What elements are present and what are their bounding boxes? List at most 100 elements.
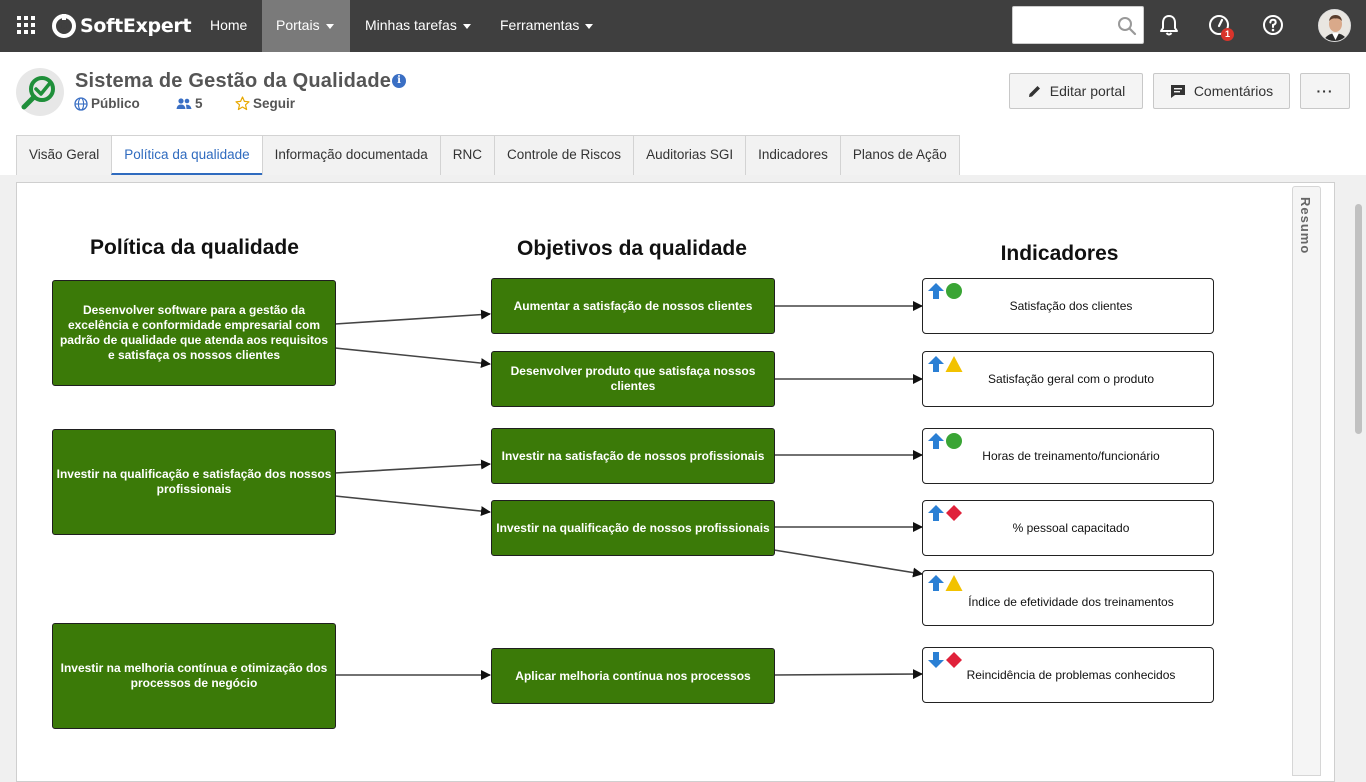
portal-logo xyxy=(16,68,64,116)
indicator-label: Reincidência de problemas conhecidos xyxy=(966,668,1176,682)
visibility-label: Público xyxy=(91,96,140,111)
nav-ferramentas-label: Ferramentas xyxy=(500,17,580,33)
user-avatar-image xyxy=(1319,10,1350,41)
softexpert-logo-icon xyxy=(52,14,76,38)
arrow-policy1-objective1 xyxy=(334,309,491,325)
indicator-box[interactable]: Horas de treinamento/funcionário xyxy=(922,428,1214,484)
arrow-policy2-objective4 xyxy=(334,495,491,517)
indicator-status-icons xyxy=(927,504,963,522)
arrow-policy1-objective2 xyxy=(334,347,491,369)
search-field xyxy=(1012,6,1144,44)
portal-tabs: Visão Geral Política da qualidade Inform… xyxy=(16,135,960,175)
top-navigation-bar: SoftExpert Home Portais Minhas tarefas F… xyxy=(0,0,1366,52)
indicator-label: Satisfação geral com o produto xyxy=(987,372,1155,386)
members-label: 5 xyxy=(195,96,203,111)
status-yellow-triangle-icon xyxy=(945,575,963,591)
visibility-indicator: Público xyxy=(74,96,140,111)
indicator-status-icons xyxy=(927,432,963,450)
nav-portais[interactable]: Portais xyxy=(262,0,350,52)
follow-label: Seguir xyxy=(253,96,296,111)
heading-indicators: Indicadores xyxy=(1000,242,1119,265)
nav-minhas-tarefas[interactable]: Minhas tarefas xyxy=(351,0,485,52)
info-icon[interactable]: i xyxy=(392,74,406,88)
status-red-diamond-icon xyxy=(946,652,962,668)
nav-portais-label: Portais xyxy=(276,17,320,33)
policy-box[interactable]: Desenvolver software para a gestão da ex… xyxy=(52,280,336,386)
follow-link[interactable]: Seguir xyxy=(235,96,295,111)
tab-rnc[interactable]: RNC xyxy=(439,135,495,175)
nav-home[interactable]: Home xyxy=(196,0,261,52)
user-avatar[interactable] xyxy=(1318,9,1351,42)
apps-grid-icon[interactable] xyxy=(17,16,35,34)
heading-policy: Política da qualidade xyxy=(90,236,299,259)
indicator-box[interactable]: Satisfação geral com o produto xyxy=(922,351,1214,407)
objective-box[interactable]: Investir na satisfação de nossos profiss… xyxy=(491,428,775,484)
indicator-label: Índice de efetividade dos treinamentos xyxy=(968,595,1174,609)
edit-portal-button[interactable]: Editar portal xyxy=(1009,73,1143,109)
chevron-down-icon xyxy=(585,23,594,29)
indicator-status-icons xyxy=(927,574,963,592)
tab-politica-da-qualidade[interactable]: Política da qualidade xyxy=(111,135,263,175)
diagram-panel: Política da qualidade Objetivos da quali… xyxy=(16,182,1335,782)
arrow-objective5-indicator6 xyxy=(773,669,923,680)
chevron-down-icon xyxy=(325,23,334,29)
tab-controle-de-riscos[interactable]: Controle de Riscos xyxy=(494,135,635,175)
page-title: Sistema de Gestão da Qualidade xyxy=(75,70,392,92)
indicator-box[interactable]: % pessoal capacitado xyxy=(922,500,1214,556)
indicator-box[interactable]: Satisfação dos clientes xyxy=(922,278,1214,334)
tab-informacao-documentada[interactable]: Informação documentada xyxy=(261,135,441,175)
quality-check-icon xyxy=(21,76,55,110)
trend-up-arrow-icon xyxy=(928,505,944,521)
notification-badge: 1 xyxy=(1221,28,1234,41)
comments-button[interactable]: Comentários xyxy=(1153,73,1290,109)
trend-up-arrow-icon xyxy=(928,575,944,591)
help-icon[interactable] xyxy=(1261,13,1285,37)
star-icon xyxy=(235,96,250,111)
pencil-icon xyxy=(1028,85,1040,97)
tab-planos-de-acao[interactable]: Planos de Ação xyxy=(839,135,960,175)
trend-up-arrow-icon xyxy=(928,356,944,372)
softexpert-logo[interactable]: SoftExpert xyxy=(52,12,192,40)
chevron-down-icon xyxy=(462,23,471,29)
comments-label: Comentários xyxy=(1193,83,1274,99)
status-yellow-triangle-icon xyxy=(945,356,963,372)
indicator-label: Horas de treinamento/funcionário xyxy=(982,449,1160,463)
arrow-policy2-objective3 xyxy=(334,459,491,474)
nav-minhas-tarefas-label: Minhas tarefas xyxy=(365,17,457,33)
brand-name: SoftExpert xyxy=(80,15,192,37)
nav-ferramentas[interactable]: Ferramentas xyxy=(486,0,607,52)
status-green-circle-icon xyxy=(946,283,962,299)
tab-indicadores[interactable]: Indicadores xyxy=(745,135,841,175)
trend-up-arrow-icon xyxy=(928,433,944,449)
indicator-label: % pessoal capacitado xyxy=(1012,521,1130,535)
heading-objectives: Objetivos da qualidade xyxy=(517,237,747,260)
indicator-status-icons xyxy=(927,651,963,669)
nav-home-label: Home xyxy=(210,17,248,33)
trend-down-arrow-icon xyxy=(928,652,944,668)
indicator-box[interactable]: Reincidência de problemas conhecidos xyxy=(922,647,1214,703)
globe-icon xyxy=(74,96,88,111)
indicator-status-icons xyxy=(927,355,963,373)
summary-side-tab-label: Resumo xyxy=(1298,197,1313,255)
more-options-label: ··· xyxy=(1316,83,1334,99)
summary-side-tab[interactable]: Resumo xyxy=(1292,186,1321,776)
page-scrollbar[interactable] xyxy=(1352,182,1366,768)
status-green-circle-icon xyxy=(946,433,962,449)
objective-box[interactable]: Investir na qualificação de nossos profi… xyxy=(491,500,775,556)
objective-box[interactable]: Aplicar melhoria contínua nos processos xyxy=(491,648,775,704)
arrow-objective4-indicator5 xyxy=(773,549,923,578)
objective-box[interactable]: Aumentar a satisfação de nossos clientes xyxy=(491,278,775,334)
indicator-box[interactable]: Índice de efetividade dos treinamentos xyxy=(922,570,1214,626)
bell-icon[interactable] xyxy=(1157,13,1181,37)
search-icon[interactable] xyxy=(1117,16,1137,36)
tab-visao-geral[interactable]: Visão Geral xyxy=(16,135,113,175)
more-options-button[interactable]: ··· xyxy=(1300,73,1350,109)
policy-box[interactable]: Investir na melhoria contínua e otimizaç… xyxy=(52,623,336,729)
policy-box[interactable]: Investir na qualificação e satisfação do… xyxy=(52,429,336,535)
search-input[interactable] xyxy=(1013,7,1113,43)
portal-header: Sistema de Gestão da Qualidade i Público… xyxy=(0,52,1366,175)
tab-auditorias-sgi[interactable]: Auditorias SGI xyxy=(633,135,747,175)
scrollbar-thumb[interactable] xyxy=(1355,204,1362,434)
objective-box[interactable]: Desenvolver produto que satisfaça nossos… xyxy=(491,351,775,407)
members-count[interactable]: 5 xyxy=(176,96,203,111)
